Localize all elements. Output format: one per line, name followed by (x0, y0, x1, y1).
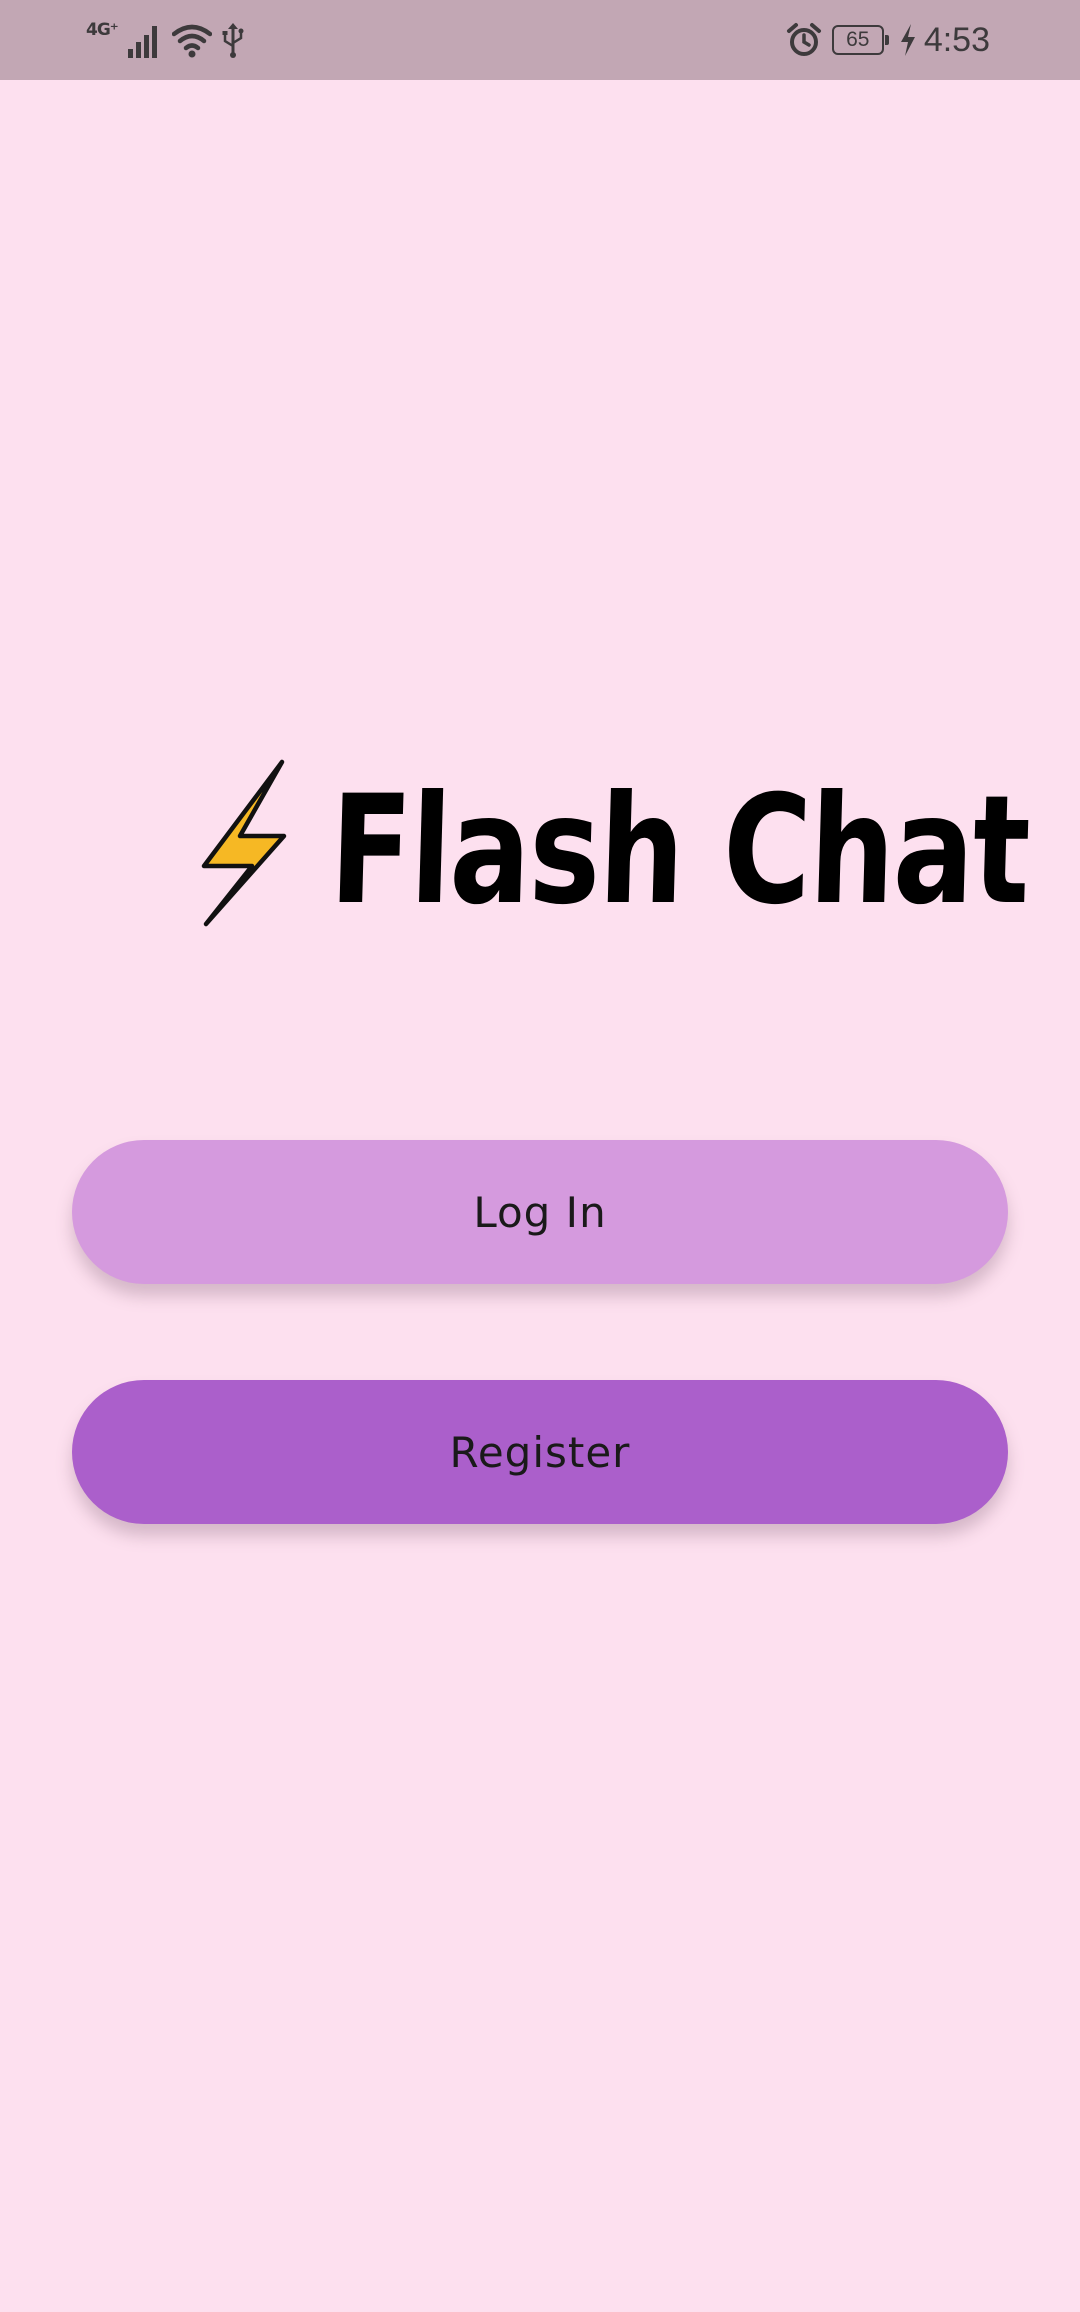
register-button-label: Register (449, 1427, 631, 1477)
status-bar-right: 65 4:53 (786, 18, 990, 62)
signal-icon (127, 26, 157, 58)
network-type-label: 4G⁺ (86, 20, 119, 40)
charging-icon (900, 24, 915, 56)
app-title: Flash Chat (327, 764, 1031, 938)
app-logo: Flash Chat (200, 758, 1080, 938)
status-bar-left: 4G⁺ (86, 18, 244, 62)
lightning-bolt-icon (201, 759, 287, 927)
clock: 4:53 (923, 20, 990, 59)
login-button-label: Log In (473, 1187, 607, 1237)
wifi-icon (171, 24, 212, 58)
battery-icon: 65 (831, 25, 889, 55)
status-bar: 4G⁺ 65 4:53 (0, 0, 1080, 80)
battery-level: 65 (846, 28, 870, 51)
usb-icon (222, 23, 244, 58)
login-button[interactable]: Log In (72, 1140, 1008, 1284)
register-button[interactable]: Register (72, 1380, 1008, 1524)
alarm-icon (786, 23, 821, 56)
